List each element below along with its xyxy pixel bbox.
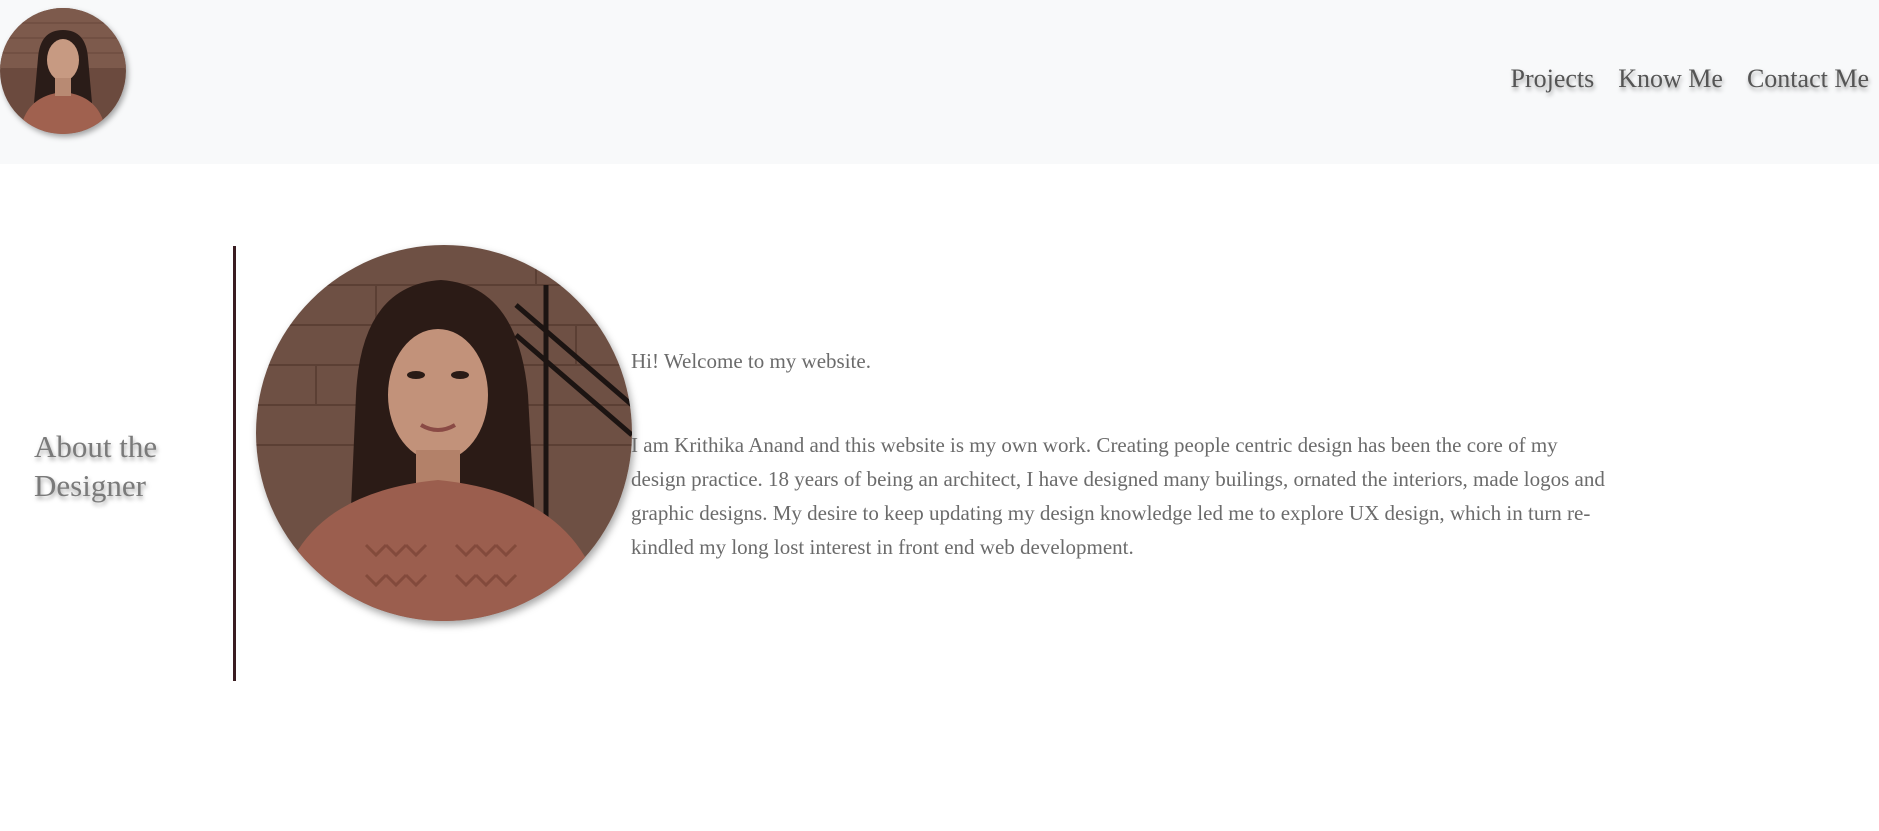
navbar: Projects Know Me Contact Me xyxy=(0,0,1879,164)
profile-photo-icon[interactable] xyxy=(0,8,126,134)
about-text: Hi! Welcome to my website. I am Krithika… xyxy=(631,344,1611,564)
bio-text: I am Krithika Anand and this website is … xyxy=(631,433,1605,559)
nav-know-me-link[interactable]: Know Me xyxy=(1618,64,1723,94)
profile-photo-icon xyxy=(256,245,632,621)
nav-projects-link[interactable]: Projects xyxy=(1510,64,1594,94)
nav-links: Projects Know Me Contact Me xyxy=(1510,64,1869,94)
section-title: About the Designer xyxy=(34,429,158,503)
greeting-text: Hi! Welcome to my website. xyxy=(631,349,871,373)
nav-contact-me-link[interactable]: Contact Me xyxy=(1747,64,1869,94)
vertical-divider xyxy=(233,246,236,681)
